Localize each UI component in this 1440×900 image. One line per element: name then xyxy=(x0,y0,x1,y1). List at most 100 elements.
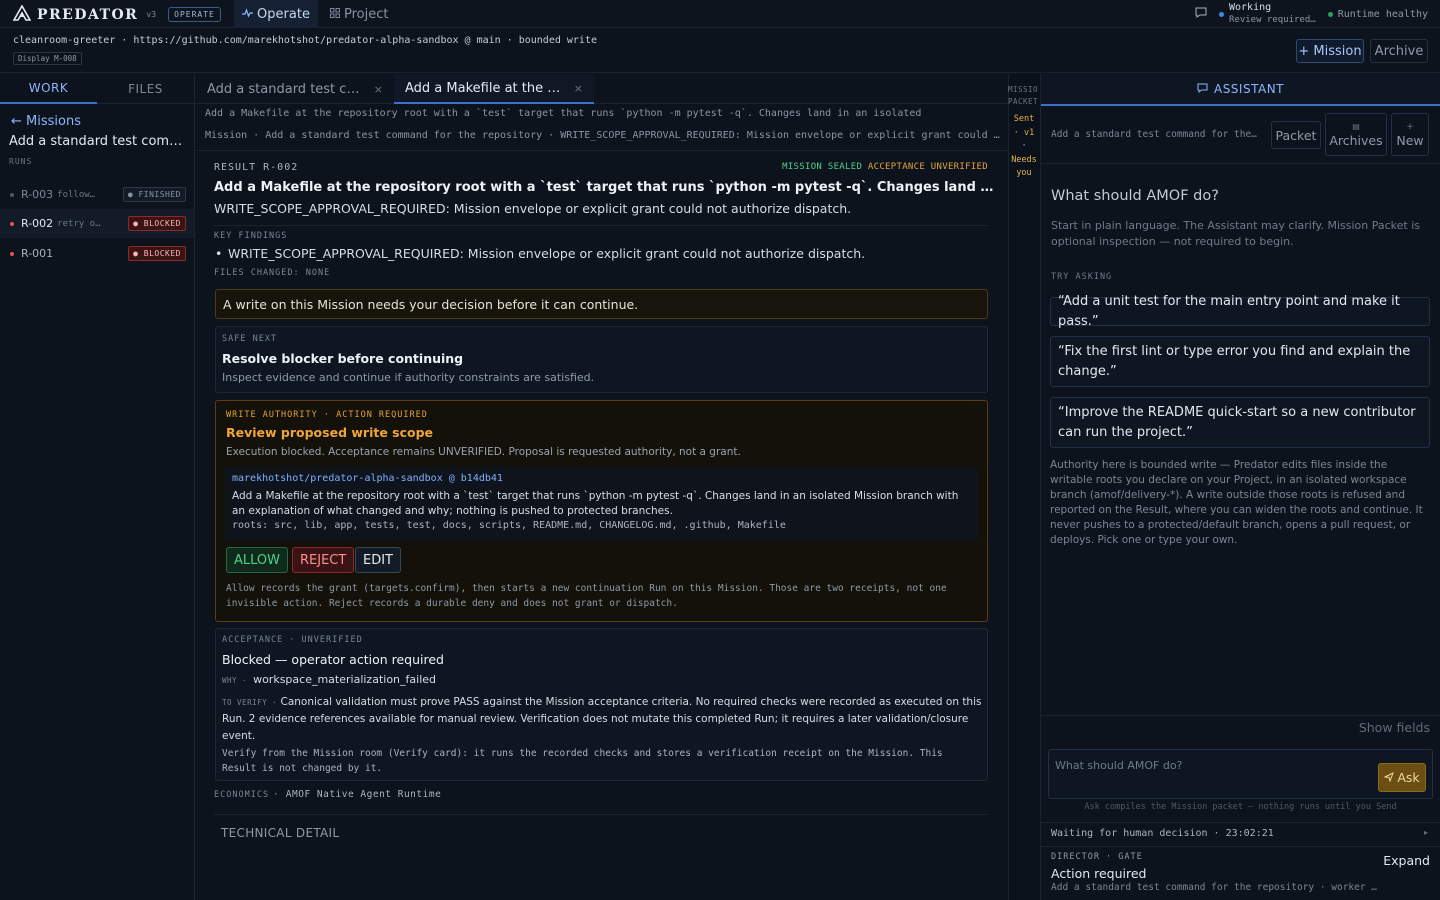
authority-note: Authority here is bounded write — Predat… xyxy=(1050,459,1423,546)
run-status-badge: ● FINISHED xyxy=(122,187,186,202)
chat-icon[interactable] xyxy=(1195,7,1207,21)
files-changed-label: FILES CHANGED: NONE xyxy=(214,268,331,278)
run-status-dot-icon xyxy=(10,221,14,226)
divider xyxy=(1041,163,1440,164)
app-logo[interactable]: PREDATOR v3 OPERATE xyxy=(12,4,221,24)
predator-logo-icon xyxy=(12,4,32,24)
divider xyxy=(214,225,988,226)
project-context-line: cleanroom-greeter · https://github.com/m… xyxy=(13,35,597,46)
archive-button[interactable]: Archive xyxy=(1370,39,1428,63)
pulse-icon xyxy=(242,7,254,22)
proposal-text: Add a Makefile at the repository root wi… xyxy=(232,490,959,517)
acceptance-unverified-flag: ACCEPTANCE UNVERIFIED xyxy=(867,162,988,172)
ask-hint: Ask compiles the Mission packet — nothin… xyxy=(1084,802,1397,812)
try-asking-label: TRY ASKING xyxy=(1051,272,1113,282)
action-required-label: Action required xyxy=(1051,866,1147,881)
tab-result-makefile[interactable]: Add a Makefile at the rep… × xyxy=(394,74,594,104)
back-to-missions-link[interactable]: ← Missions xyxy=(11,114,81,129)
tab-operate-label: Operate xyxy=(257,6,310,22)
run-row-r001[interactable]: R-001 ● BLOCKED xyxy=(0,239,194,268)
tab-project[interactable]: Project xyxy=(330,0,388,28)
acceptance-label: ACCEPTANCE · UNVERIFIED xyxy=(222,635,363,645)
repo-ref: marekhotshot/predator-alpha-sandbox @ b1… xyxy=(232,473,503,484)
divider xyxy=(1041,822,1440,823)
run-row-r002[interactable]: R-002 retry o… ● BLOCKED xyxy=(0,209,194,238)
result-code: WRITE_SCOPE_APPROVAL_REQUIRED: Mission e… xyxy=(214,201,852,216)
result-summary-line: Add a Makefile at the repository root wi… xyxy=(205,108,922,119)
version-label: v3 xyxy=(146,10,157,19)
grid-icon xyxy=(330,7,340,22)
ask-input[interactable] xyxy=(1048,749,1433,799)
new-mission-button[interactable]: + Mission xyxy=(1296,39,1364,63)
to-verify-value: Canonical validation must prove PASS aga… xyxy=(222,696,982,742)
write-scope-title: Review proposed write scope xyxy=(226,425,434,440)
mission-packet-label: MISSIO PACKET xyxy=(1007,85,1039,106)
status-runtime-label: Runtime healthy xyxy=(1337,8,1428,20)
director-gate-label: DIRECTOR · GATE xyxy=(1051,852,1143,862)
assistant-title: ASSISTANT xyxy=(1213,82,1284,96)
sidebar-mission-title: Add a standard test comman… xyxy=(9,134,189,149)
allow-note: Allow records the grant (targets.confirm… xyxy=(226,583,947,609)
mode-badge: OPERATE xyxy=(168,7,221,22)
technical-detail-toggle[interactable]: TECHNICAL DETAIL xyxy=(221,826,339,840)
suggestion-item[interactable]: “Add a unit test for the main entry poin… xyxy=(1050,294,1430,329)
working-dot-icon xyxy=(1218,11,1224,17)
ask-button[interactable]: Ask xyxy=(1378,763,1426,792)
waiting-status: Waiting for human decision · 23:02:21 xyxy=(1051,828,1274,839)
status-working-sub: Review required… xyxy=(1228,15,1316,25)
mission-packet-strip[interactable] xyxy=(1008,74,1041,900)
tab-result-standard-test[interactable]: Add a standard test com… × xyxy=(196,74,394,104)
run-status-badge: ● BLOCKED xyxy=(128,246,186,261)
archives-button[interactable]: ▤ Archives xyxy=(1325,113,1387,156)
run-status-dot-icon xyxy=(10,192,14,197)
status-working[interactable]: Working Review required… xyxy=(1218,2,1316,26)
tab-label: Add a standard test com… xyxy=(207,81,364,97)
archive-icon: ▤ xyxy=(1352,122,1360,131)
result-title: Add a Makefile at the repository root wi… xyxy=(214,180,994,195)
close-icon[interactable]: × xyxy=(374,83,383,96)
run-status-dot-icon xyxy=(10,251,14,256)
run-id: R-001 xyxy=(21,247,54,260)
run-row-r003[interactable]: R-003 follow… ● FINISHED xyxy=(0,180,194,209)
healthy-dot-icon xyxy=(1327,11,1333,17)
show-fields-toggle[interactable]: Show fields xyxy=(1359,720,1430,735)
assistant-header: ASSISTANT xyxy=(1041,74,1440,106)
run-status-badge: ● BLOCKED xyxy=(128,216,186,231)
chevron-right-icon[interactable]: ▸ xyxy=(1424,828,1428,837)
mission-summary-line: Mission · Add a standard test command fo… xyxy=(205,130,1000,141)
divider xyxy=(1041,846,1440,847)
brand-name: PREDATOR xyxy=(37,6,139,23)
packet-status: Sent · v1 · Needs you xyxy=(1011,114,1037,178)
suggestion-item[interactable]: “Fix the first lint or type error you fi… xyxy=(1050,336,1430,387)
director-context: Add a standard test command for the repo… xyxy=(1051,882,1381,893)
why-row: WHY · workspace_materialization_failed xyxy=(222,673,436,686)
acceptance-title: Blocked — operator action required xyxy=(222,652,444,667)
run-id: R-003 xyxy=(21,188,54,201)
reject-button[interactable]: REJECT xyxy=(292,547,355,573)
close-icon[interactable]: × xyxy=(574,82,583,95)
safe-next-desc: Inspect evidence and continue if authori… xyxy=(222,371,595,384)
verify-note: Verify from the Mission room (Verify car… xyxy=(222,748,943,774)
run-id: R-002 xyxy=(21,217,54,230)
tab-work[interactable]: WORK xyxy=(0,74,97,104)
plus-icon: + xyxy=(1406,122,1414,132)
key-findings-label: KEY FINDINGS xyxy=(214,231,288,241)
tab-operate[interactable]: Operate xyxy=(234,0,318,28)
to-verify-row: TO VERIFY · Canonical validation must pr… xyxy=(222,694,982,745)
proposal-box: marekhotshot/predator-alpha-sandbox @ b1… xyxy=(225,467,978,541)
status-working-label: Working xyxy=(1228,2,1272,13)
why-label: WHY · xyxy=(222,676,248,685)
send-icon xyxy=(1383,770,1395,785)
ask-input-placeholder: What should AMOF do? xyxy=(1055,759,1183,772)
economics-value: AMOF Native Agent Runtime xyxy=(285,789,442,800)
packet-button[interactable]: Packet xyxy=(1271,121,1321,149)
expand-button[interactable]: Expand xyxy=(1383,853,1430,868)
acceptance-card: ACCEPTANCE · UNVERIFIED Blocked — operat… xyxy=(215,628,988,781)
suggestion-item[interactable]: “Improve the README quick-start so a new… xyxy=(1050,397,1430,448)
edit-button[interactable]: EDIT xyxy=(355,547,401,573)
tab-project-label: Project xyxy=(344,6,389,22)
tab-files[interactable]: FILES xyxy=(97,74,194,104)
new-chat-button[interactable]: + New xyxy=(1391,113,1429,156)
assistant-question: What should AMOF do? xyxy=(1051,188,1219,204)
allow-button[interactable]: ALLOW xyxy=(226,547,289,573)
